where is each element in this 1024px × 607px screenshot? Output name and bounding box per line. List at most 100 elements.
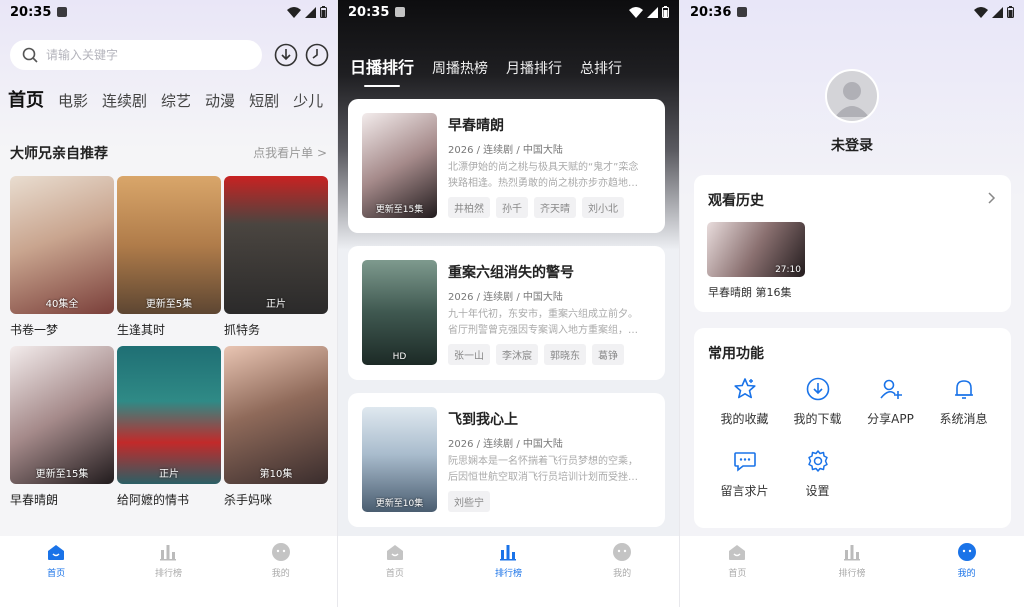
ranking-card[interactable]: 更新至15集 早春晴朗 2026 / 连续剧 / 中国大陆 北漂伊始的尚之桃与极… (348, 99, 665, 233)
app-screenshots: 20:35 首页 电影 连续剧 综艺 动漫 短剧 少儿 大师兄亲自推荐 点我看片… (0, 0, 1024, 607)
video-meta: 2026 / 连续剧 / 中国大陆 (448, 145, 563, 156)
share-app-button[interactable]: 分享APP (854, 376, 927, 438)
tab-ranking[interactable]: 排行榜 (468, 542, 548, 579)
history-clock-icon[interactable] (305, 43, 329, 67)
video-card[interactable]: 正片 给阿嬷的情书 (117, 346, 221, 508)
poster: 更新至10集 (362, 407, 437, 512)
cast-tag[interactable]: 李沐宸 (496, 344, 538, 365)
search-input[interactable] (46, 48, 236, 62)
tab-label: 排行榜 (154, 569, 182, 579)
user-silhouette-icon (835, 82, 869, 117)
tab-monthly[interactable]: 月播排行 (506, 58, 562, 78)
system-messages-button[interactable]: 系统消息 (927, 376, 1000, 438)
tab-me[interactable]: 我的 (582, 542, 662, 579)
tab-weekly[interactable]: 周播热榜 (432, 58, 488, 78)
section-title: 大师兄亲自推荐 (10, 146, 108, 162)
status-bar: 20:35 (0, 0, 337, 24)
video-card[interactable]: 正片 抓特务 (224, 176, 328, 338)
function-label: 留言求片 (720, 484, 769, 498)
function-grid: 我的收藏 我的下载 分享APP 系统消息 留言求片 设置 (708, 376, 1000, 510)
cast-tag[interactable]: 刘些宁 (448, 491, 490, 512)
category-movie[interactable]: 电影 (58, 90, 88, 111)
watch-history-panel: 观看历史 27:10 早春晴朗 第16集 (694, 175, 1011, 312)
video-title: 重案六组消失的警号 (448, 265, 574, 281)
category-variety[interactable]: 综艺 (161, 90, 191, 111)
tab-home[interactable]: 首页 (355, 542, 435, 579)
function-label: 我的收藏 (720, 412, 769, 426)
cast-tag[interactable]: 葛铮 (592, 344, 624, 365)
video-card[interactable]: 更新至15集 早春晴朗 (10, 346, 114, 508)
category-home[interactable]: 首页 (8, 86, 44, 112)
tab-home[interactable]: 首页 (697, 542, 777, 579)
gear-icon (807, 450, 828, 472)
tab-total[interactable]: 总排行 (580, 58, 622, 78)
video-card[interactable]: 第10集 杀手妈咪 (224, 346, 328, 508)
tab-me[interactable]: 我的 (241, 542, 321, 579)
notification-icon (395, 7, 406, 17)
profile-screen: 20:36 未登录 观看历史 27:10 早春晴朗 第16集 常用功能 我的收藏… (680, 0, 1024, 607)
ranking-card[interactable]: HD 重案六组消失的警号 2026 / 连续剧 / 中国大陆 九十年代初，东安市… (348, 246, 665, 380)
video-card[interactable]: 40集全 书卷一梦 (10, 176, 114, 338)
cast-tag[interactable]: 孙千 (496, 197, 528, 218)
ranking-card[interactable]: 更新至10集 飞到我心上 2026 / 连续剧 / 中国大陆 阮思娴本是一名怀揣… (348, 393, 665, 527)
recommend-grid: 40集全 书卷一梦 更新至5集 生逢其时 正片 抓特务 更新至15集 早春晴朗 … (10, 176, 328, 508)
poster: 40集全 (10, 176, 114, 314)
cast-tag[interactable]: 郭晓东 (544, 344, 586, 365)
tab-daily[interactable]: 日播排行 (350, 54, 414, 87)
history-duration: 27:10 (775, 265, 801, 275)
status-time: 20:35 (10, 4, 52, 20)
tab-me[interactable]: 我的 (927, 542, 1007, 579)
tab-home[interactable]: 首页 (16, 542, 96, 579)
poster: 更新至5集 (117, 176, 221, 314)
category-kids[interactable]: 少儿 (293, 90, 323, 111)
tab-label: 我的 (613, 569, 632, 579)
poster-badge: 第10集 (259, 469, 293, 480)
request-movie-button[interactable]: 留言求片 (708, 448, 781, 510)
favorites-button[interactable]: 我的收藏 (708, 376, 781, 438)
signal-icon (647, 6, 658, 18)
home-icon (386, 545, 403, 560)
video-meta: 2026 / 连续剧 / 中国大陆 (448, 292, 563, 303)
video-card[interactable]: 更新至5集 生逢其时 (117, 176, 221, 338)
chevron-right-icon[interactable] (987, 191, 997, 205)
signal-icon (992, 6, 1003, 18)
avatar[interactable] (825, 69, 879, 123)
video-title: 早春晴朗 (10, 493, 59, 507)
downloads-button[interactable]: 我的下载 (781, 376, 854, 438)
tab-ranking[interactable]: 排行榜 (128, 542, 208, 579)
cast-tag[interactable]: 井柏然 (448, 197, 490, 218)
ranking-screen: 20:35 日播排行 周播热榜 月播排行 总排行 更新至15集 早春晴朗 202… (338, 0, 679, 607)
video-description: 北漂伊始的尚之桃与极具天赋的“鬼才”栾念 狭路相逢。热烈勇敢的尚之桃亦步亦趋地… (448, 162, 639, 189)
video-title: 抓特务 (224, 323, 261, 337)
home-icon (729, 545, 746, 560)
category-short[interactable]: 短剧 (249, 90, 279, 111)
section-more-link[interactable]: 点我看片单 > (253, 144, 327, 161)
video-description: 阮思娴本是一名怀揣着飞行员梦想的空乘， 后因恒世航空取消飞行员培训计划而受挫… (448, 456, 638, 483)
poster-badge: 更新至5集 (145, 299, 193, 310)
category-anime[interactable]: 动漫 (205, 90, 235, 111)
history-thumbnail[interactable]: 27:10 (707, 222, 805, 277)
poster-badge: 正片 (159, 469, 179, 480)
search-box[interactable] (10, 40, 262, 70)
history-label[interactable]: 早春晴朗 第16集 (708, 284, 792, 300)
poster: 更新至15集 (10, 346, 114, 484)
ranking-icon (843, 545, 860, 561)
login-status[interactable]: 未登录 (680, 135, 1024, 155)
poster-badge: 40集全 (45, 299, 79, 310)
tab-ranking[interactable]: 排行榜 (812, 542, 892, 579)
category-series[interactable]: 连续剧 (102, 90, 147, 111)
cast-tags: 刘些宁 (448, 491, 490, 512)
cast-tag[interactable]: 刘小北 (582, 197, 624, 218)
signal-icon (305, 6, 316, 18)
poster: 更新至15集 (362, 113, 437, 218)
common-functions-panel: 常用功能 我的收藏 我的下载 分享APP 系统消息 留言求片 设置 (694, 328, 1011, 528)
settings-button[interactable]: 设置 (781, 448, 854, 510)
poster: 第10集 (224, 346, 328, 484)
download-icon[interactable] (274, 43, 298, 67)
cast-tag[interactable]: 张一山 (448, 344, 490, 365)
video-title: 杀手妈咪 (224, 493, 273, 507)
poster-badge: 更新至15集 (375, 205, 424, 215)
cast-tag[interactable]: 齐天晴 (534, 197, 576, 218)
battery-icon (1007, 6, 1014, 18)
status-time: 20:36 (690, 4, 732, 20)
